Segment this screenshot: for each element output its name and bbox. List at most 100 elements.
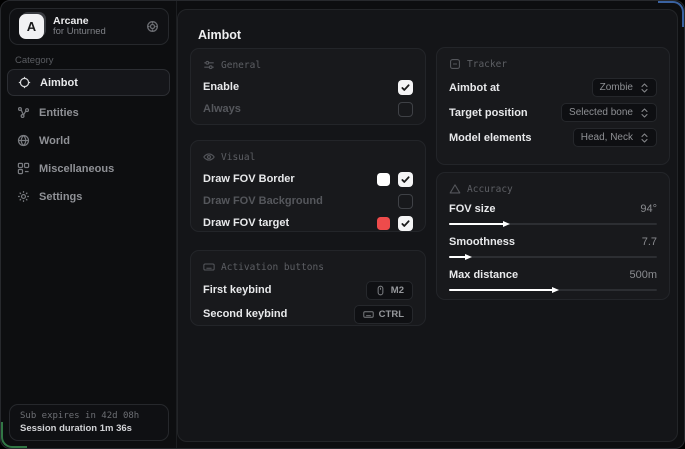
card-visual-header: Visual	[203, 151, 413, 163]
slider-fill	[449, 256, 466, 258]
sidebar: A Arcane for Unturned Category A	[1, 1, 177, 448]
fov-border-color-swatch[interactable]	[377, 173, 390, 186]
sidebar-item-world[interactable]: World	[7, 127, 170, 154]
sidebar-nav: Aimbot Entities World	[7, 69, 170, 211]
subscription-status: Sub expires in 42d 08h Session duration …	[9, 404, 169, 441]
slider-fill	[449, 289, 553, 291]
triangle-icon	[449, 183, 461, 195]
sidebar-item-label: Entities	[39, 107, 79, 119]
setting-row-first-keybind: First keybind M2	[203, 278, 413, 302]
dropdown-value: Head, Neck	[581, 132, 633, 143]
app-window: A Arcane for Unturned Category A	[0, 0, 685, 449]
setting-label: Draw FOV target	[203, 217, 289, 229]
crosshair-icon	[18, 76, 31, 89]
mouse-icon	[375, 285, 386, 296]
fov-size-slider[interactable]	[449, 223, 657, 225]
setting-label: Second keybind	[203, 308, 287, 320]
setting-row-model-elements: Model elements Head, Neck	[449, 125, 657, 150]
sliders-icon	[203, 59, 215, 71]
setting-label: Max distance	[449, 269, 518, 281]
sidebar-item-entities[interactable]: Entities	[7, 99, 170, 126]
slider-group-max-distance: Max distance 500m	[449, 266, 657, 291]
fov-background-checkbox[interactable]	[398, 194, 413, 209]
session-duration-text: Session duration 1m 36s	[20, 423, 158, 434]
setting-label: FOV size	[449, 203, 495, 215]
smoothness-slider[interactable]	[449, 256, 657, 258]
setting-label: Always	[203, 103, 241, 115]
max-distance-value: 500m	[629, 269, 657, 281]
setting-row-fov-target: Draw FOV target	[203, 212, 413, 234]
setting-row-fov-background: Draw FOV Background	[203, 190, 413, 212]
eye-icon	[203, 151, 215, 163]
card-title: Visual	[221, 152, 255, 163]
setting-label: Draw FOV Background	[203, 195, 323, 207]
fov-border-checkbox[interactable]	[398, 172, 413, 187]
brand-logo: A	[19, 14, 44, 39]
fov-target-checkbox[interactable]	[398, 216, 413, 231]
card-activation-buttons: Activation buttons First keybind M2 Seco…	[190, 250, 426, 326]
setting-row-enable: Enable	[203, 76, 413, 98]
first-keybind-button[interactable]: M2	[366, 281, 413, 300]
max-distance-slider[interactable]	[449, 289, 657, 291]
card-accuracy-header: Accuracy	[449, 183, 657, 195]
lifebuoy-icon[interactable]	[146, 20, 159, 33]
setting-row-fov-border: Draw FOV Border	[203, 168, 413, 190]
setting-label: Target position	[449, 107, 528, 119]
category-label: Category	[15, 55, 54, 66]
card-title: General	[221, 60, 261, 71]
card-activation-header: Activation buttons	[203, 261, 413, 273]
setting-row-always: Always	[203, 98, 413, 120]
card-tracker: Tracker Aimbot at Zombie Target position…	[436, 47, 670, 165]
sidebar-item-settings[interactable]: Settings	[7, 183, 170, 210]
setting-label: Model elements	[449, 132, 532, 144]
setting-row-aimbot-at: Aimbot at Zombie	[449, 75, 657, 100]
aimbot-at-dropdown[interactable]: Zombie	[592, 78, 657, 97]
slider-thumb[interactable]	[503, 221, 510, 227]
slider-group-fov-size: FOV size 94°	[449, 200, 657, 225]
dropdown-value: Selected bone	[569, 107, 633, 118]
model-elements-dropdown[interactable]: Head, Neck	[573, 128, 657, 147]
card-general: General Enable Always	[190, 48, 426, 125]
setting-label: Smoothness	[449, 236, 515, 248]
brand-subtitle: for Unturned	[53, 27, 106, 38]
fov-target-color-swatch[interactable]	[377, 217, 390, 230]
unfold-arrows-icon	[640, 133, 649, 143]
slider-thumb[interactable]	[465, 254, 472, 260]
sidebar-item-label: Aimbot	[40, 77, 78, 89]
card-title: Activation buttons	[221, 262, 324, 273]
brand-text: Arcane for Unturned	[53, 15, 106, 38]
sidebar-item-label: World	[39, 135, 70, 147]
globe-icon	[17, 134, 30, 147]
card-accuracy: Accuracy FOV size 94° Smoothness 7.7	[436, 172, 670, 300]
setting-label: Draw FOV Border	[203, 173, 295, 185]
second-keybind-button[interactable]: CTRL	[354, 305, 413, 324]
fov-size-value: 94°	[640, 203, 657, 215]
card-tracker-header: Tracker	[449, 58, 657, 70]
dropdown-value: Zombie	[600, 82, 633, 93]
keyboard-icon	[203, 261, 215, 273]
sidebar-item-aimbot[interactable]: Aimbot	[7, 69, 170, 96]
sidebar-item-label: Miscellaneous	[39, 163, 114, 175]
smoothness-value: 7.7	[642, 236, 657, 248]
card-visual: Visual Draw FOV Border Draw FOV Backgrou…	[190, 140, 426, 232]
sidebar-item-label: Settings	[39, 191, 82, 203]
unfold-arrows-icon	[640, 108, 649, 118]
sub-expiry-text: Sub expires in 42d 08h	[20, 411, 158, 421]
page-title: Aimbot	[198, 28, 241, 42]
card-general-header: General	[203, 59, 413, 71]
brand-card: A Arcane for Unturned	[9, 8, 169, 45]
slider-group-smoothness: Smoothness 7.7	[449, 233, 657, 258]
setting-label: Enable	[203, 81, 239, 93]
card-title: Accuracy	[467, 184, 513, 195]
setting-label: First keybind	[203, 284, 271, 296]
card-title: Tracker	[467, 59, 507, 70]
target-position-dropdown[interactable]: Selected bone	[561, 103, 657, 122]
sidebar-item-miscellaneous[interactable]: Miscellaneous	[7, 155, 170, 182]
enable-checkbox[interactable]	[398, 80, 413, 95]
slider-thumb[interactable]	[552, 287, 559, 293]
checkbox-minus-icon	[449, 58, 461, 70]
always-checkbox[interactable]	[398, 102, 413, 117]
setting-row-second-keybind: Second keybind CTRL	[203, 302, 413, 326]
grid-icon	[17, 162, 30, 175]
setting-row-target-position: Target position Selected bone	[449, 100, 657, 125]
